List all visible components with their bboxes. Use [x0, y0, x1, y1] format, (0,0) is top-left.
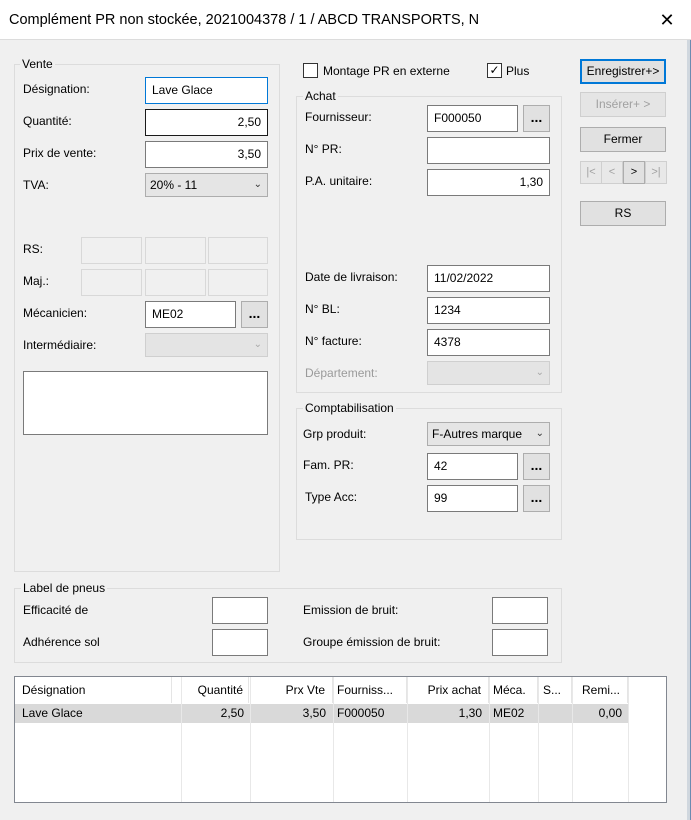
groupe-emission-field[interactable]	[492, 629, 548, 656]
mecanicien-lookup-button[interactable]: ...	[241, 301, 268, 328]
chevron-down-icon: ⌄	[535, 428, 544, 439]
efficacite-label: Efficacité de	[23, 603, 89, 617]
column-header-prix-vente[interactable]: Prx Vte	[250, 677, 333, 703]
montage-label: Montage PR en externe	[323, 64, 450, 78]
column-header-prix-achat[interactable]: Prix achat	[407, 677, 489, 703]
chevron-down-icon: ⌄	[535, 367, 544, 378]
maj-field-1	[81, 269, 142, 296]
type-acc-label: Type Acc:	[305, 490, 358, 504]
plus-label: Plus	[506, 64, 530, 78]
prix-vente-field[interactable]: 3,50	[145, 141, 268, 168]
tva-select-value: 20% - 11	[150, 178, 198, 192]
nfacture-label: N° facture:	[305, 334, 362, 348]
tva-label: TVA:	[23, 178, 49, 192]
departement-select[interactable]: ⌄	[427, 361, 550, 385]
cell-remise[interactable]: 0,00	[572, 703, 628, 723]
fermer-button[interactable]: Fermer	[580, 127, 666, 152]
adherence-label: Adhérence sol	[23, 635, 100, 649]
rs-label: RS:	[23, 242, 44, 256]
quantite-label: Quantité:	[23, 114, 72, 128]
fournisseur-field[interactable]: F000050	[427, 105, 518, 132]
date-livraison-label: Date de livraison:	[305, 270, 398, 284]
inserer-button[interactable]: Insérer+ >	[580, 92, 666, 117]
vente-group-label: Vente	[20, 57, 55, 71]
column-header-mecanicien[interactable]: Méca.	[489, 677, 538, 703]
grp-produit-label: Grp produit:	[303, 427, 367, 441]
adherence-field[interactable]	[212, 629, 268, 656]
cell-prix-vente[interactable]: 3,50	[250, 703, 333, 723]
previous-record-button[interactable]: <	[601, 161, 623, 184]
rs-field-3	[208, 237, 268, 264]
pneus-group-label: Label de pneus	[21, 581, 108, 595]
rs-field-2	[145, 237, 206, 264]
tva-select[interactable]: 20% - 11 ⌄	[145, 173, 268, 197]
prix-vente-label: Prix de vente:	[23, 146, 97, 160]
maj-label: Maj.:	[23, 274, 50, 288]
maj-field-2	[145, 269, 206, 296]
fam-pr-label: Fam. PR:	[303, 458, 354, 472]
next-record-button[interactable]: >	[623, 161, 645, 184]
achat-group-label: Achat	[303, 89, 338, 103]
column-header-designation[interactable]: Désignation	[22, 677, 172, 703]
quantite-field[interactable]: 2,50	[145, 109, 268, 136]
last-record-button[interactable]: >|	[645, 161, 667, 184]
date-livraison-field[interactable]: 11/02/2022	[427, 265, 550, 292]
column-header-remise[interactable]: Remi...	[572, 677, 628, 703]
groupe-emission-label: Groupe émission de bruit:	[303, 635, 441, 649]
check-icon: ✓	[489, 63, 500, 77]
designation-field[interactable]: Lave Glace	[145, 77, 268, 104]
grid-column-divider	[628, 677, 629, 802]
intermediaire-label: Intermédiaire:	[23, 338, 97, 352]
efficacite-field[interactable]	[212, 597, 268, 624]
close-icon[interactable]: ✕	[648, 5, 686, 35]
window-title: Complément PR non stockée, 2021004378 / …	[9, 12, 480, 28]
montage-checkbox[interactable]	[303, 63, 318, 78]
fournisseur-label: Fournisseur:	[305, 110, 372, 124]
rs-field-1	[81, 237, 142, 264]
notes-textarea[interactable]	[23, 371, 268, 435]
chevron-down-icon: ⌄	[253, 179, 262, 190]
first-record-button[interactable]: |<	[580, 161, 602, 184]
nfacture-field[interactable]: 4378	[427, 329, 550, 356]
nbl-label: N° BL:	[305, 302, 340, 316]
grp-produit-select-value: F-Autres marque	[432, 427, 523, 441]
designation-label: Désignation:	[23, 82, 90, 96]
type-acc-lookup-button[interactable]: ...	[523, 485, 550, 512]
type-acc-field[interactable]: 99	[427, 485, 518, 512]
pa-unitaire-label: P.A. unitaire:	[305, 174, 373, 188]
compta-group-label: Comptabilisation	[303, 401, 396, 415]
cell-prix-achat[interactable]: 1,30	[407, 703, 489, 723]
column-header-quantite[interactable]: Quantité	[181, 677, 249, 703]
maj-field-3	[208, 269, 268, 296]
chevron-down-icon: ⌄	[253, 339, 262, 350]
fam-pr-field[interactable]: 42	[427, 453, 518, 480]
column-header-s[interactable]: S...	[538, 677, 572, 703]
emission-field[interactable]	[492, 597, 548, 624]
emission-label: Emission de bruit:	[303, 603, 399, 617]
pneus-group	[14, 588, 562, 663]
mecanicien-label: Mécanicien:	[23, 306, 88, 320]
cell-fournisseur[interactable]: F000050	[333, 703, 407, 723]
fournisseur-lookup-button[interactable]: ...	[523, 105, 550, 132]
rs-button[interactable]: RS	[580, 201, 666, 226]
lines-grid[interactable]: Désignation Quantité Prx Vte Fourniss...…	[14, 676, 667, 803]
enregistrer-button[interactable]: Enregistrer+>	[580, 59, 666, 84]
cell-quantite[interactable]: 2,50	[181, 703, 249, 723]
plus-checkbox[interactable]: ✓	[487, 63, 502, 78]
column-header-fournisseur[interactable]: Fourniss...	[333, 677, 407, 703]
cell-designation[interactable]: Lave Glace	[22, 703, 172, 723]
pa-unitaire-field[interactable]: 1,30	[427, 169, 550, 196]
nbl-field[interactable]: 1234	[427, 297, 550, 324]
intermediaire-select[interactable]: ⌄	[145, 333, 268, 357]
mecanicien-field[interactable]: ME02	[145, 301, 236, 328]
fam-pr-lookup-button[interactable]: ...	[523, 453, 550, 480]
grp-produit-select[interactable]: F-Autres marque ⌄	[427, 422, 550, 446]
npr-field[interactable]	[427, 137, 550, 164]
cell-mecanicien[interactable]: ME02	[489, 703, 538, 723]
cell-s[interactable]	[538, 703, 572, 723]
npr-label: N° PR:	[305, 142, 342, 156]
departement-label: Département:	[305, 366, 378, 380]
